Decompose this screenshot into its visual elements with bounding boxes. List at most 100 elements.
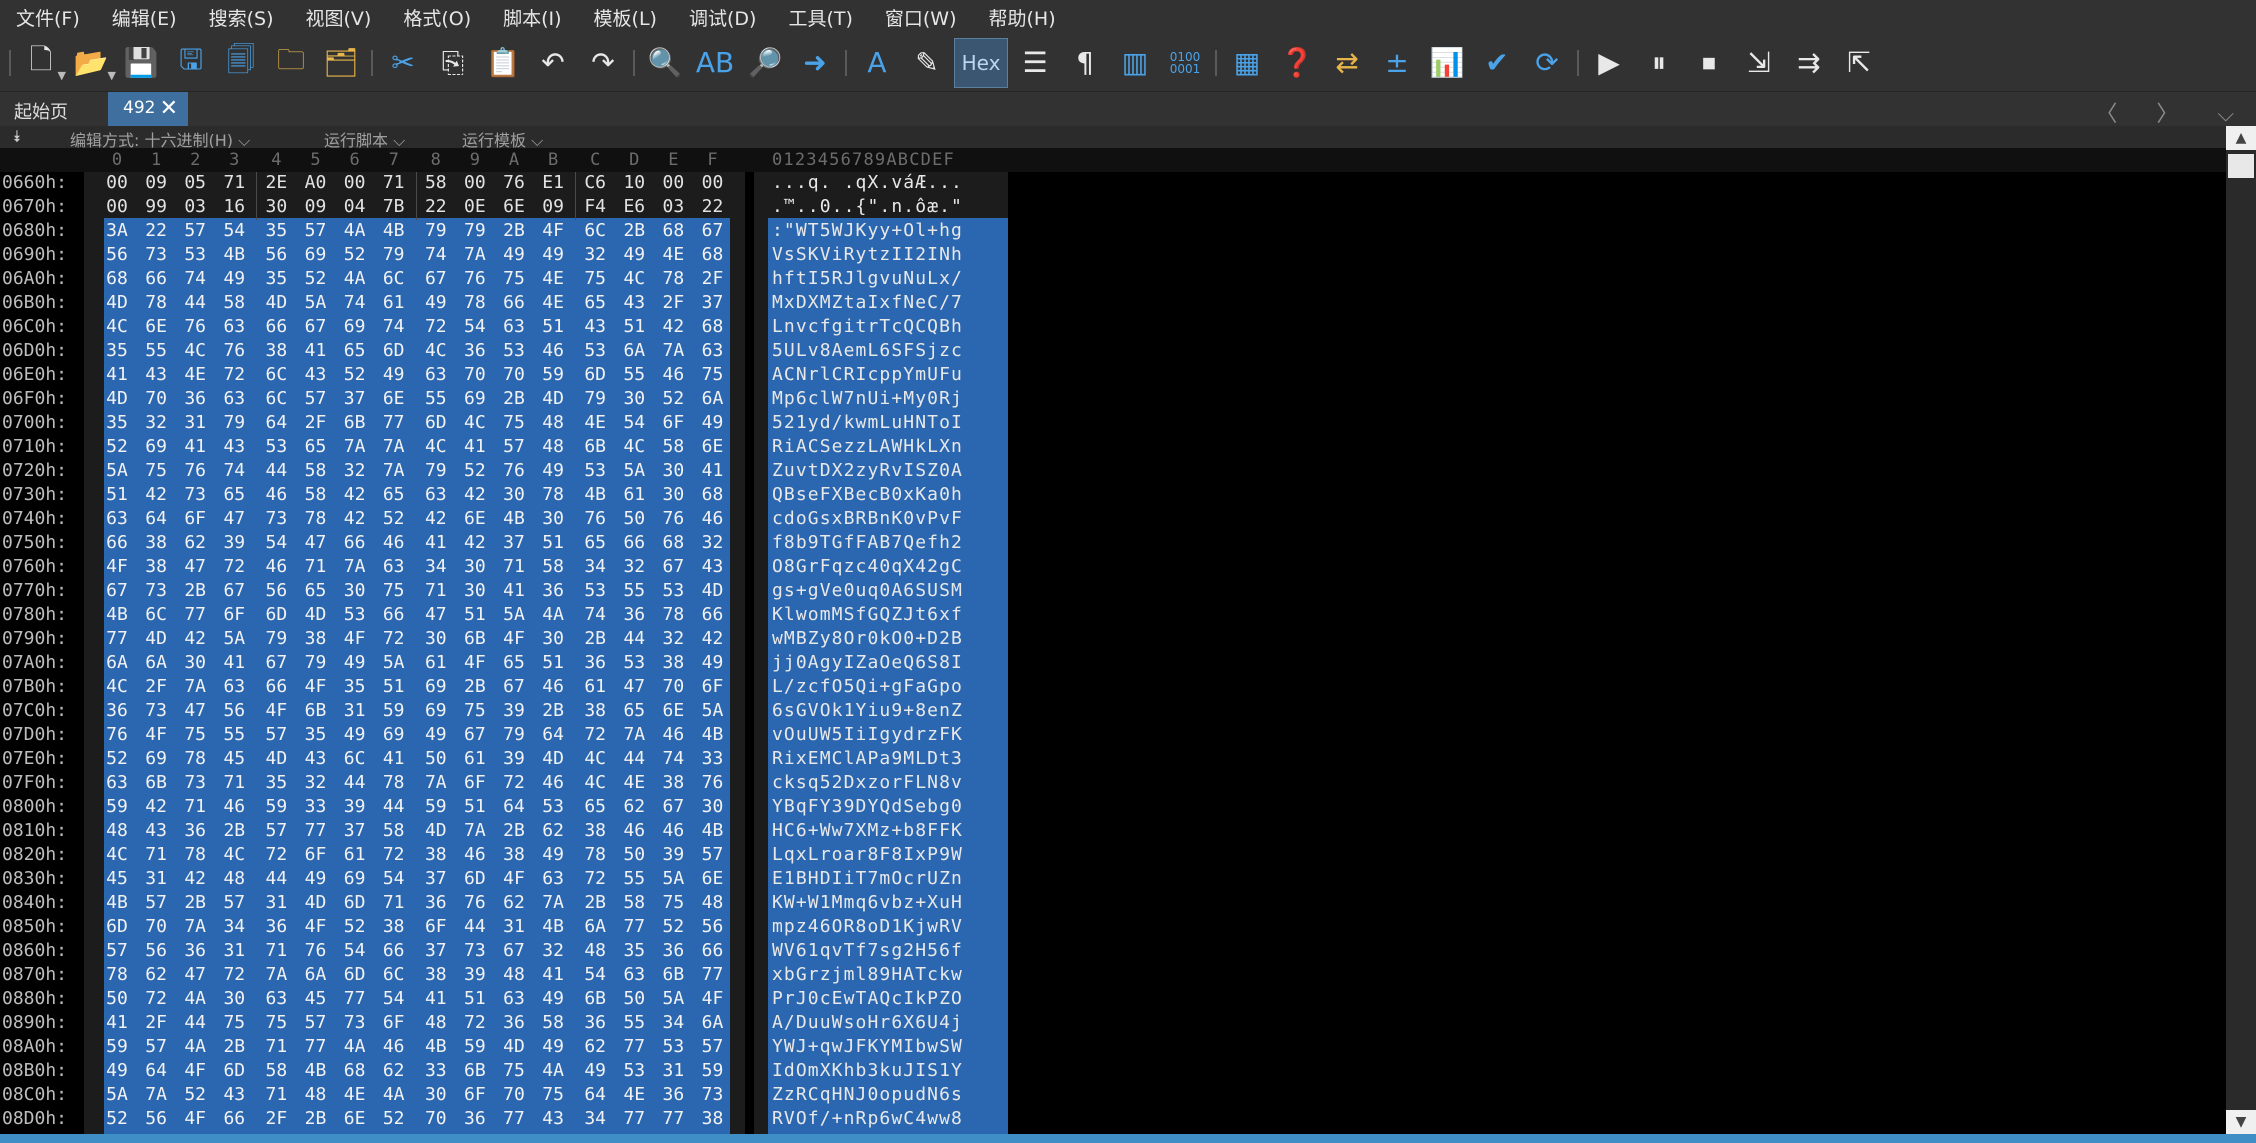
hex-byte[interactable]: 71 (381, 172, 407, 193)
hex-byte[interactable]: 2B (182, 580, 208, 601)
hex-byte[interactable]: 74 (381, 316, 407, 337)
hex-byte[interactable]: 6E (660, 700, 686, 721)
hex-byte[interactable]: 57 (303, 1012, 329, 1033)
hex-byte[interactable]: 54 (582, 964, 608, 985)
hex-byte[interactable]: 65 (582, 292, 608, 313)
hex-byte[interactable]: 51 (381, 676, 407, 697)
hex-row[interactable]: 06D0h: 35 55 4C 76 38 41 65 6D 4C 36 53 46 53 6A 7A 63 5U… (0, 340, 1010, 364)
hex-byte[interactable]: 66 (381, 940, 407, 961)
hex-byte[interactable]: 63 (381, 556, 407, 577)
hex-byte[interactable]: 77 (501, 1108, 527, 1129)
hex-byte[interactable]: 38 (303, 628, 329, 649)
new-file-icon[interactable]: 🗋 ▼ (16, 38, 66, 88)
hex-byte[interactable]: 49 (423, 724, 449, 745)
hex-byte[interactable]: 77 (342, 988, 368, 1009)
hex-byte[interactable]: 77 (303, 820, 329, 841)
hex-byte[interactable]: 04 (342, 196, 368, 217)
hex-byte[interactable]: 4A (342, 268, 368, 289)
tab-start-page[interactable]: 起始页 (14, 98, 68, 124)
hex-byte[interactable]: 2B (462, 676, 488, 697)
ascii-text[interactable]: VsSKViRytzII2INh (772, 244, 963, 265)
hex-byte[interactable]: 71 (221, 772, 247, 793)
hex-byte[interactable]: 4B (381, 220, 407, 241)
hex-byte[interactable]: 72 (221, 556, 247, 577)
hex-byte[interactable]: 78 (143, 292, 169, 313)
hex-byte[interactable]: 44 (621, 628, 647, 649)
workspace-icon[interactable]: 🗂 (316, 38, 366, 88)
hex-byte[interactable]: 75 (540, 1084, 566, 1105)
hex-byte[interactable]: 30 (182, 652, 208, 673)
hex-byte[interactable]: 52 (342, 916, 368, 937)
hex-byte[interactable]: 32 (540, 940, 566, 961)
hex-byte[interactable]: 65 (221, 484, 247, 505)
hex-byte[interactable]: 4F (303, 916, 329, 937)
hex-byte[interactable]: 42 (143, 796, 169, 817)
compare-icon[interactable]: ☰ (1010, 38, 1060, 88)
hex-byte[interactable]: 68 (700, 484, 726, 505)
ascii-text[interactable]: wMBZy8Or0kO0+D2B (772, 628, 963, 649)
hex-byte[interactable]: 58 (221, 292, 247, 313)
hex-byte[interactable]: 55 (621, 364, 647, 385)
hex-byte[interactable]: A0 (303, 172, 329, 193)
ascii-text[interactable]: ACNrlCRIcppYmUFu (772, 364, 963, 385)
hex-byte[interactable]: 6B (462, 1060, 488, 1081)
hex-byte[interactable]: 51 (540, 532, 566, 553)
hex-byte[interactable]: 6D (221, 1060, 247, 1081)
ascii-text[interactable]: RiACSezzLAWHkLXn (772, 436, 963, 457)
hex-byte[interactable]: 35 (263, 268, 289, 289)
hex-byte[interactable]: 2B (540, 700, 566, 721)
hex-byte[interactable]: 57 (303, 388, 329, 409)
hex-row[interactable]: 0760h: 4F 38 47 72 46 71 7A 63 34 30 71 58 34 32 67 43 O8… (0, 556, 1010, 580)
hex-byte[interactable]: 5A (303, 292, 329, 313)
menu-item[interactable]: 模板(L) (578, 4, 673, 31)
hex-byte[interactable]: 39 (501, 748, 527, 769)
hex-byte[interactable]: 4C (423, 436, 449, 457)
hex-byte[interactable]: 7A (621, 724, 647, 745)
hex-byte[interactable]: 2B (221, 1036, 247, 1057)
hex-byte[interactable]: 45 (221, 748, 247, 769)
hex-byte[interactable]: 46 (621, 820, 647, 841)
hex-byte[interactable]: 6C (582, 220, 608, 241)
find-icon[interactable]: 🔍 (640, 38, 690, 88)
hex-byte[interactable]: 7A (342, 436, 368, 457)
hex-byte[interactable]: 67 (104, 580, 130, 601)
hex-byte[interactable]: 4F (540, 220, 566, 241)
hex-byte[interactable]: 78 (182, 844, 208, 865)
hex-byte[interactable]: 75 (182, 724, 208, 745)
hex-byte[interactable]: 4D (540, 748, 566, 769)
hex-byte[interactable]: 6A (143, 652, 169, 673)
hex-byte[interactable]: 6A (621, 340, 647, 361)
hex-byte[interactable]: 36 (182, 820, 208, 841)
hex-byte[interactable]: 52 (104, 436, 130, 457)
hex-byte[interactable]: 67 (660, 556, 686, 577)
hex-byte[interactable]: 5A (660, 988, 686, 1009)
ascii-text[interactable]: YWJ+qwJFKYMIbwSW (772, 1036, 963, 1057)
hex-byte[interactable]: 63 (221, 316, 247, 337)
hex-byte[interactable]: 44 (263, 868, 289, 889)
hex-byte[interactable]: 48 (540, 412, 566, 433)
hex-byte[interactable]: 67 (700, 220, 726, 241)
menu-item[interactable]: 窗口(W) (869, 4, 973, 31)
hex-byte[interactable]: 54 (381, 988, 407, 1009)
ascii-text[interactable]: 6sGVOk1Yiu9+8enZ (772, 700, 963, 721)
hex-byte[interactable]: 47 (182, 556, 208, 577)
hex-byte[interactable]: 32 (342, 460, 368, 481)
hex-byte[interactable]: 46 (263, 484, 289, 505)
hex-byte[interactable]: 62 (381, 1060, 407, 1081)
hex-byte[interactable]: 41 (104, 1012, 130, 1033)
hex-byte[interactable]: 6C (263, 388, 289, 409)
hex-byte[interactable]: 67 (501, 940, 527, 961)
hex-byte[interactable]: 68 (104, 268, 130, 289)
hex-byte[interactable]: 22 (143, 220, 169, 241)
pilcrow-icon[interactable]: ¶ (1060, 38, 1110, 88)
hex-byte[interactable]: 49 (221, 268, 247, 289)
hex-byte[interactable]: 70 (462, 364, 488, 385)
hex-byte[interactable]: 57 (263, 724, 289, 745)
menu-item[interactable]: 文件(F) (0, 4, 96, 31)
hex-byte[interactable]: 72 (263, 844, 289, 865)
hex-byte[interactable]: 74 (182, 268, 208, 289)
hex-byte[interactable]: 62 (143, 964, 169, 985)
redo-icon[interactable]: ↷ (578, 38, 628, 88)
hex-byte[interactable]: 4D (700, 580, 726, 601)
hex-byte[interactable]: 66 (263, 676, 289, 697)
